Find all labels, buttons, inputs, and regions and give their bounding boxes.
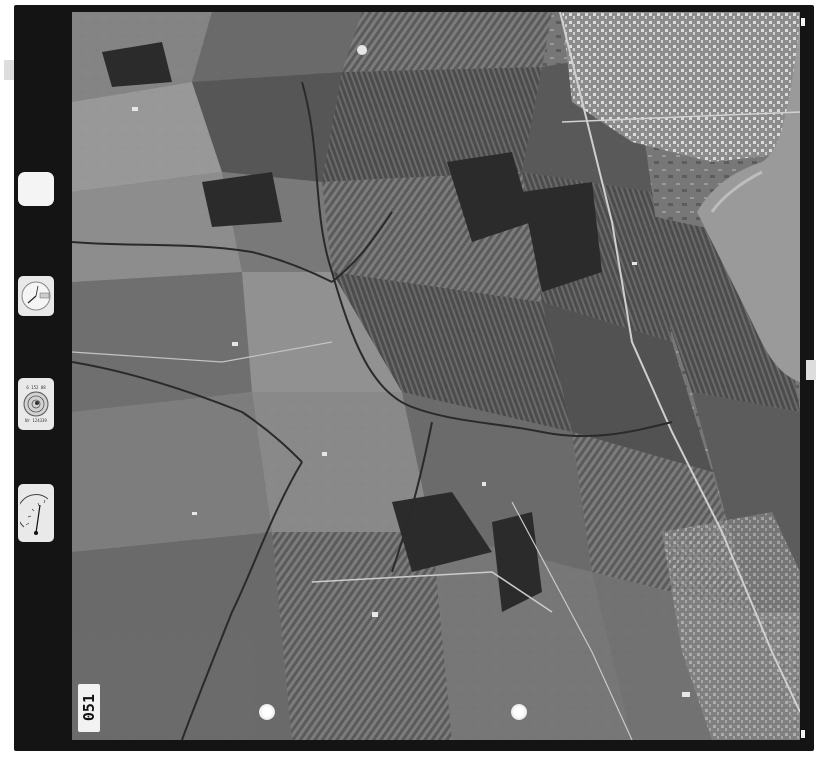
clock-gauge-icon: [21, 281, 51, 311]
film-notch-left-top: [4, 60, 14, 80]
film-notch-right-mid: [806, 360, 816, 380]
aerial-landscape: [72, 12, 800, 740]
blank-indicator: [18, 172, 54, 206]
fiducial-mark-left: [259, 704, 275, 720]
clock-gauge: [18, 276, 54, 316]
level-gauge: 6 152 88 Nr 124339: [18, 378, 54, 430]
bubble-level-icon: [23, 391, 49, 417]
frame-number: 051: [78, 684, 100, 732]
frame-number-text: 051: [80, 694, 98, 722]
aerial-photograph: [72, 12, 800, 740]
altimeter-gauge: [18, 484, 54, 542]
edge-tick: [801, 730, 805, 738]
level-serial-bottom: Nr 124339: [25, 418, 47, 423]
altimeter-gauge-icon: [20, 494, 49, 535]
edge-tick: [801, 18, 805, 26]
fiducial-mark-right: [511, 704, 527, 720]
